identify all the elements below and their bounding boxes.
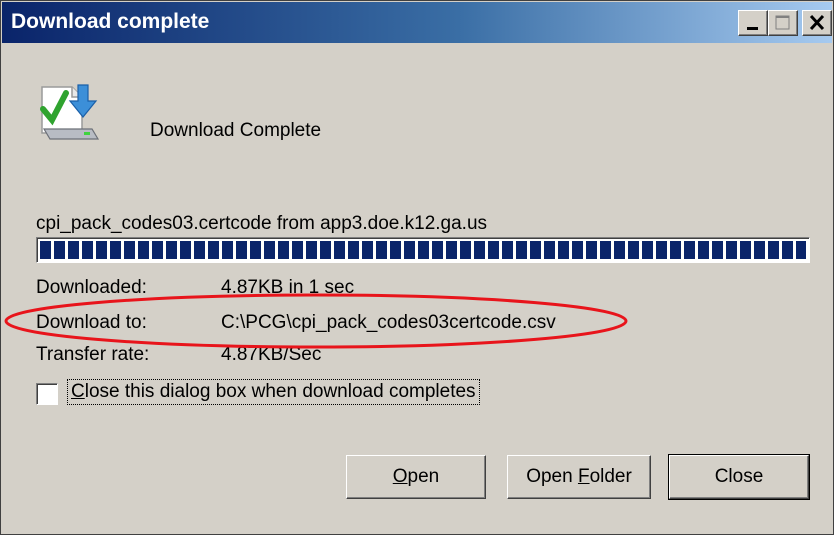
minimize-button[interactable] <box>738 10 768 36</box>
close-icon <box>809 14 825 31</box>
open-button[interactable]: Open <box>346 455 486 499</box>
detail-label: Transfer rate: <box>36 344 150 365</box>
close-when-complete-checkbox[interactable] <box>36 383 58 405</box>
close-button[interactable]: Close <box>668 454 810 500</box>
maximize-button[interactable] <box>768 10 798 36</box>
download-complete-icon <box>40 84 100 140</box>
maximize-icon <box>775 15 790 30</box>
detail-row-transfer-rate: Transfer rate: 4.87KB/Sec <box>36 344 321 366</box>
detail-row-downloaded: Downloaded: 4.87KB in 1 sec <box>36 277 354 299</box>
progress-fill <box>40 241 806 259</box>
close-when-complete-label[interactable]: Close this dialog box when download comp… <box>67 379 480 405</box>
detail-value: 4.87KB/Sec <box>221 344 322 365</box>
file-source-text: cpi_pack_codes03.certcode from app3.doe.… <box>36 213 488 234</box>
close-window-button[interactable] <box>802 10 832 36</box>
open-folder-button[interactable]: Open Folder <box>507 455 651 499</box>
detail-label: Download to: <box>36 312 147 333</box>
title-bar[interactable]: Download complete <box>2 2 832 43</box>
detail-label: Downloaded: <box>36 277 147 298</box>
progress-bar <box>36 237 810 263</box>
detail-value: C:\PCG\cpi_pack_codes03certcode.csv <box>221 312 556 333</box>
detail-value: 4.87KB in 1 sec <box>221 277 355 298</box>
detail-row-download-to: Download to: C:\PCG\cpi_pack_codes03cert… <box>36 312 556 334</box>
minimize-icon <box>747 27 758 30</box>
download-dialog: Download complete Download Complete cpi_… <box>0 0 834 535</box>
dialog-heading: Download Complete <box>150 120 322 141</box>
window-title: Download complete <box>11 10 210 33</box>
